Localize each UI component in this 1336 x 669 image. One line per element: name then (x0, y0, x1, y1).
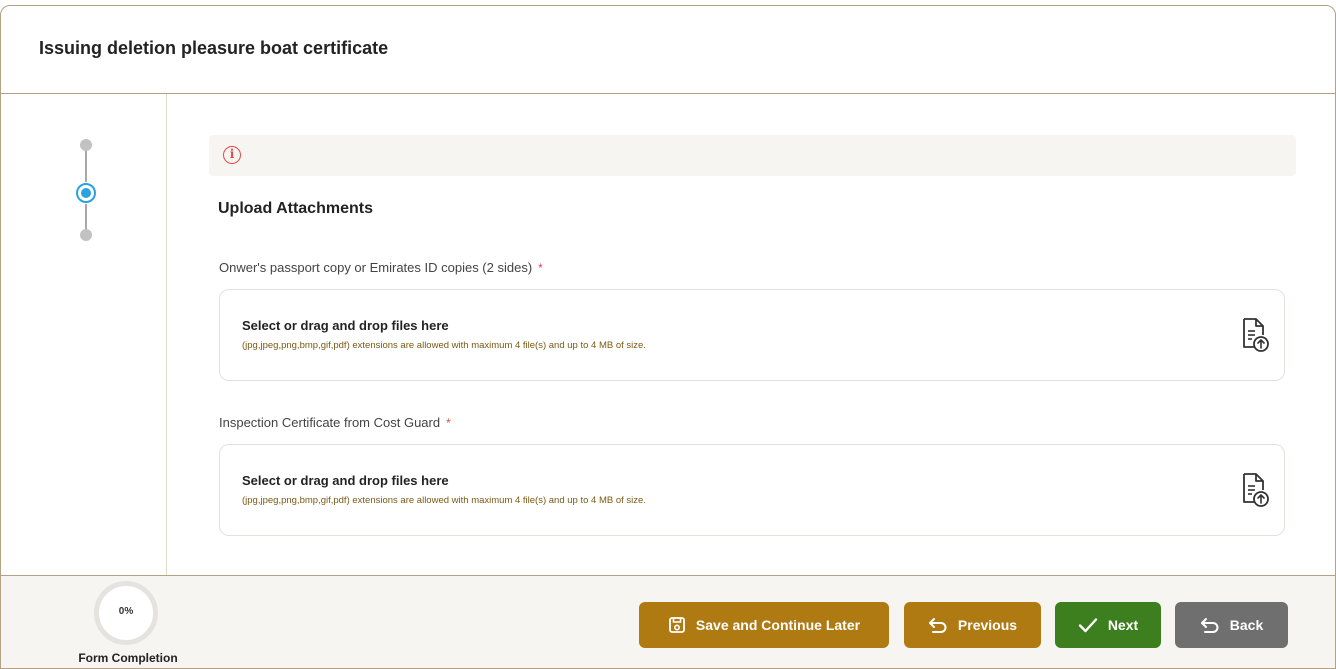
back-label: Back (1229, 617, 1264, 633)
save-continue-later-button[interactable]: Save and Continue Later (639, 602, 889, 648)
progress-ring: 0% (94, 581, 158, 645)
step-indicator (1, 94, 167, 575)
next-label: Next (1107, 617, 1139, 633)
form-footer: 0% Form Completion Save and Continue Lat… (1, 575, 1335, 668)
page-header: Issuing deletion pleasure boat certifica… (1, 6, 1335, 94)
check-icon (1078, 618, 1098, 633)
save-continue-later-label: Save and Continue Later (695, 617, 861, 633)
undo-arrow-icon (1200, 618, 1219, 633)
save-icon (669, 617, 685, 633)
step-connector (85, 146, 87, 182)
dropzone-title: Select or drag and drop files here (242, 318, 449, 333)
alert-bar: i (209, 135, 1296, 176)
dropzone-passport[interactable]: Select or drag and drop files here (jpg,… (219, 289, 1285, 381)
progress-label: Form Completion (78, 651, 178, 665)
page-title: Issuing deletion pleasure boat certifica… (39, 38, 389, 58)
file-upload-icon[interactable] (1240, 472, 1270, 508)
previous-label: Previous (957, 617, 1018, 633)
next-button[interactable]: Next (1055, 602, 1161, 648)
step-dot-active[interactable] (76, 183, 96, 203)
step-dot-1[interactable] (80, 139, 92, 151)
back-button[interactable]: Back (1175, 602, 1288, 648)
dropzone-title: Select or drag and drop files here (242, 473, 449, 488)
dropzone-inspection[interactable]: Select or drag and drop files here (jpg,… (219, 444, 1285, 536)
field-label-inspection: Inspection Certificate from Cost Guard * (219, 415, 451, 430)
field-label-passport: Onwer's passport copy or Emirates ID cop… (219, 260, 543, 275)
required-mark: * (446, 416, 451, 430)
form-content: i Upload Attachments Onwer's passport co… (168, 94, 1335, 575)
previous-button[interactable]: Previous (904, 602, 1041, 648)
main-panel: Issuing deletion pleasure boat certifica… (0, 5, 1336, 669)
step-dot-3[interactable] (80, 229, 92, 241)
progress-value: 0% (118, 606, 134, 617)
dropzone-hint: (jpg,jpeg,png,bmp,gif,pdf) extensions ar… (242, 340, 646, 351)
section-title: Upload Attachments (218, 200, 373, 217)
undo-arrow-icon (928, 618, 947, 633)
required-mark: * (538, 261, 543, 275)
info-icon: i (223, 146, 241, 164)
file-upload-icon[interactable] (1240, 317, 1270, 353)
dropzone-hint: (jpg,jpeg,png,bmp,gif,pdf) extensions ar… (242, 495, 646, 506)
